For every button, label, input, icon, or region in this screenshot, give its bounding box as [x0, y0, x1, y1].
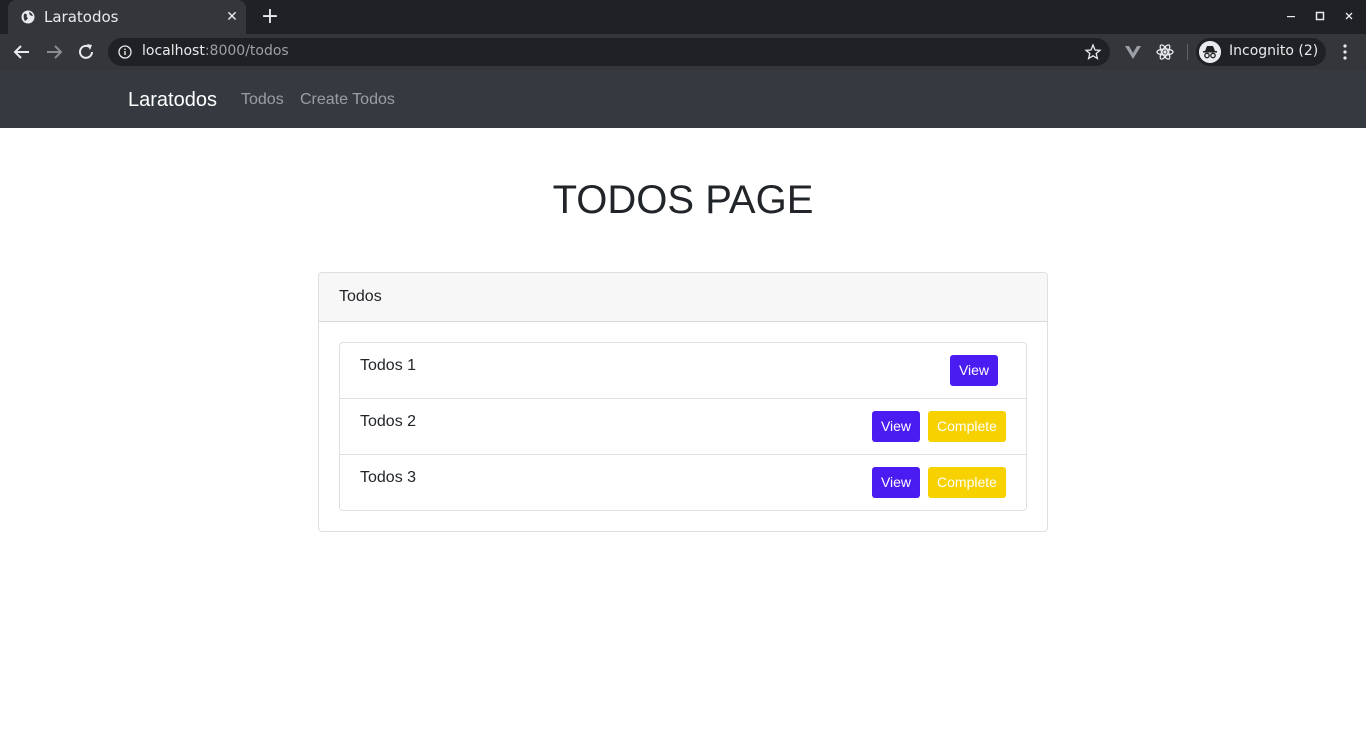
globe-icon — [21, 10, 35, 24]
todo-label: Todos 3 — [360, 469, 417, 486]
list-item: Todos 3 View Complete — [340, 454, 1026, 510]
kebab-menu-icon[interactable] — [1335, 42, 1355, 62]
page-title: TODOS PAGE — [552, 178, 814, 222]
todo-label: Todos 1 — [360, 357, 417, 374]
card-header-title: Todos — [339, 288, 382, 305]
forward-arrow-icon[interactable] — [42, 40, 66, 64]
view-button[interactable]: View — [950, 355, 998, 386]
info-icon[interactable] — [118, 45, 132, 59]
navbar-brand[interactable]: Laratodos — [128, 89, 217, 112]
nav-link-create-todos[interactable]: Create Todos — [300, 91, 395, 109]
close-window-icon[interactable] — [1341, 8, 1357, 24]
url-text[interactable]: localhost:8000/todos — [142, 43, 289, 59]
url-path: :8000/todos — [204, 43, 289, 59]
view-button[interactable]: View — [872, 411, 920, 442]
browser-tab-strip: Laratodos ✕ + — [0, 0, 1366, 34]
view-button[interactable]: View — [872, 467, 920, 498]
bookmark-star-icon[interactable] — [1084, 43, 1102, 61]
minimize-icon[interactable] — [1283, 8, 1299, 24]
todos-list: Todos 1 View Todos 2 View Complete Todos… — [339, 342, 1027, 511]
url-host: localhost — [142, 43, 205, 59]
maximize-icon[interactable] — [1312, 8, 1328, 24]
new-tab-button[interactable]: + — [260, 6, 280, 28]
browser-toolbar: localhost:8000/todos Incognito (2) — [0, 34, 1366, 70]
site-navbar: Laratodos Todos Create Todos — [0, 70, 1366, 128]
toolbar-divider — [1187, 44, 1188, 60]
list-item: Todos 2 View Complete — [340, 398, 1026, 454]
profile-label: Incognito (2) — [1229, 43, 1319, 59]
vue-devtools-icon[interactable] — [1123, 42, 1143, 62]
incognito-icon — [1199, 41, 1221, 63]
profile-button[interactable]: Incognito (2) — [1196, 38, 1326, 66]
address-bar[interactable]: localhost:8000/todos — [108, 38, 1110, 66]
complete-button[interactable]: Complete — [928, 467, 1006, 498]
tab-title: Laratodos — [44, 8, 119, 26]
browser-tab[interactable]: Laratodos ✕ — [8, 0, 246, 34]
todos-card: Todos Todos 1 View Todos 2 View Complete… — [318, 272, 1048, 532]
card-header: Todos — [319, 273, 1047, 322]
close-tab-icon[interactable]: ✕ — [224, 9, 240, 25]
react-devtools-icon[interactable] — [1155, 42, 1175, 62]
back-arrow-icon[interactable] — [10, 40, 34, 64]
list-item: Todos 1 View — [340, 343, 1026, 399]
complete-button[interactable]: Complete — [928, 411, 1006, 442]
todo-label: Todos 2 — [360, 413, 417, 430]
reload-icon[interactable] — [74, 40, 98, 64]
nav-link-todos[interactable]: Todos — [241, 91, 284, 109]
